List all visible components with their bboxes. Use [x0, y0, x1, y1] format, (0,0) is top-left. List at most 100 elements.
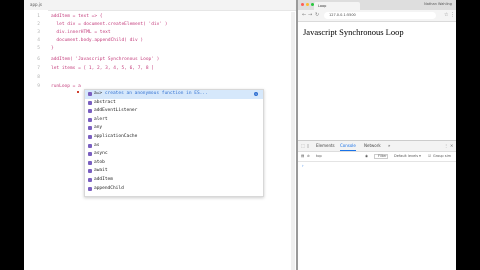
line-number: 6 — [37, 57, 40, 62]
function-icon — [88, 178, 92, 182]
snippet-icon — [88, 92, 92, 96]
line-number: 1 — [37, 14, 40, 19]
console-toolbar: ▤ ⊘ top ◉ Filter Default levels ▾ ☑ Grou… — [298, 152, 456, 162]
code-text: addItem = text => { — [51, 14, 103, 19]
back-icon[interactable]: ← — [302, 12, 306, 18]
info-icon[interactable]: i — [254, 92, 258, 96]
code-text: } — [51, 46, 54, 51]
file-tab[interactable]: app.js — [30, 2, 42, 7]
tab-network[interactable]: Network — [364, 141, 381, 151]
suggestion-label: any — [94, 125, 103, 131]
line-number: 5 — [37, 46, 40, 51]
line-number: 8 — [37, 75, 40, 80]
text-cursor — [77, 91, 79, 93]
code-text: addItem( 'Javascript Synchronous Loop' ) — [51, 57, 160, 62]
reload-icon[interactable]: ↻ — [315, 12, 319, 18]
editor-scrollbar[interactable] — [291, 12, 295, 270]
suggestion-item[interactable]: a=> creates an anonymous function in ES.… — [85, 90, 263, 99]
more-tabs-button[interactable]: » — [388, 141, 390, 151]
keyword-icon — [88, 143, 92, 148]
devtools-panel: ⬚ ▯ Elements Console Network » ⋮ ✕ ▤ ⊘ t… — [298, 140, 456, 270]
keyword-icon — [88, 126, 92, 131]
suggestion-detail: creates an anonymous function in ES... — [102, 91, 208, 96]
suggestion-item[interactable]: any — [85, 124, 263, 133]
screen-recording-frame: app.js 1 addItem = text => { 2 let div = … — [24, 0, 456, 270]
clear-console-icon[interactable]: ⊘ — [307, 152, 310, 161]
suggestion-label: addItem — [94, 177, 113, 182]
suggestion-label: await — [94, 168, 108, 174]
suggestion-item[interactable]: as — [85, 142, 263, 151]
code-line[interactable]: 8 — [24, 74, 296, 81]
line-number: 2 — [37, 22, 40, 27]
keyword-icon — [88, 100, 92, 105]
star-icon[interactable]: ☆ — [444, 12, 448, 18]
suggestion-item[interactable]: await — [85, 167, 263, 176]
tab-console[interactable]: Console — [340, 141, 356, 151]
line-number: 4 — [37, 38, 40, 43]
devtools-tab-bar: ⬚ ▯ Elements Console Network » ⋮ ✕ — [298, 141, 456, 152]
browser-tab[interactable]: Loop — [314, 2, 360, 10]
profile-name[interactable]: Nathan Wahling — [424, 2, 452, 6]
log-levels-dropdown[interactable]: Default levels ▾ — [394, 152, 421, 161]
code-line[interactable]: 1 addItem = text => { — [24, 13, 296, 20]
suggestion-label: a=> — [94, 91, 103, 96]
code-line[interactable]: 5} — [24, 45, 296, 52]
console-prompt[interactable]: › — [302, 163, 304, 168]
devtools-menu-icon[interactable]: ⋮ — [444, 143, 448, 149]
group-similar-label: Group sim — [433, 154, 451, 158]
code-line[interactable]: 6 addItem( 'Javascript Synchronous Loop' … — [24, 56, 296, 63]
menu-icon[interactable]: ⋮ — [450, 12, 455, 18]
suggestion-label: atob — [94, 159, 105, 165]
suggestion-item[interactable]: applicationCache — [85, 133, 263, 142]
code-line[interactable]: 3 div.innerHTML = text — [24, 29, 296, 36]
suggestion-item[interactable]: appendChild — [85, 185, 263, 194]
variable-icon — [88, 135, 92, 139]
suggestion-item[interactable]: addItem — [85, 176, 263, 185]
minimize-window-icon[interactable] — [306, 3, 309, 6]
code-editor[interactable]: app.js 1 addItem = text => { 2 let div = … — [24, 0, 296, 270]
page-heading: Javascript Synchronous Loop — [303, 27, 404, 37]
device-toolbar-icon[interactable]: ▯ — [307, 143, 309, 149]
code-text: let items = [ 1, 2, 3, 4, 5, 6, 7, 8 ] — [51, 66, 154, 71]
suggestion-item[interactable]: atob — [85, 159, 263, 168]
navigation-bar: ← → ↻ 127.0.0.1:5500 ☆ ⋮ — [298, 10, 456, 22]
suggestion-item[interactable]: alert — [85, 116, 263, 125]
code-line[interactable]: 7 let items = [ 1, 2, 3, 4, 5, 6, 7, 8 ] — [24, 65, 296, 72]
code-text: div.innerHTML = text — [51, 30, 111, 35]
inspect-icon[interactable]: ⬚ — [301, 143, 305, 149]
eye-icon[interactable]: ◉ — [365, 152, 368, 161]
suggestion-label: addEventListener — [94, 108, 138, 114]
line-number: 9 — [37, 84, 40, 89]
suggestion-label: applicationCache — [94, 134, 138, 139]
code-text: document.body.appendChild( div ) — [51, 38, 144, 43]
code-line[interactable]: 2 let div = document.createElement( 'div… — [24, 21, 296, 28]
close-devtools-icon[interactable]: ✕ — [450, 143, 453, 149]
line-number: 7 — [37, 66, 40, 71]
line-number: 3 — [37, 30, 40, 35]
code-text: let div = document.createElement( 'div' … — [51, 22, 168, 27]
method-icon — [88, 117, 92, 122]
suggestion-label: as — [94, 142, 100, 148]
suggestion-item[interactable]: async — [85, 150, 263, 159]
suggestion-label: alert — [94, 116, 108, 122]
suggestion-label: async — [94, 151, 108, 157]
address-bar[interactable]: 127.0.0.1:5500 — [324, 12, 436, 19]
suggestion-item[interactable]: abstract — [85, 99, 263, 108]
close-window-icon[interactable] — [301, 3, 304, 6]
suggestion-label: appendChild — [94, 185, 124, 191]
editor-tab-bar: app.js — [24, 0, 296, 11]
browser-tab-strip: Loop Nathan Wahling — [298, 0, 456, 10]
group-similar-checkbox[interactable]: ☑ — [428, 152, 431, 161]
method-icon — [88, 109, 92, 114]
suggestion-item[interactable]: addEventListener — [85, 107, 263, 116]
tab-elements[interactable]: Elements — [316, 141, 335, 151]
code-line[interactable]: 4 document.body.appendChild( div ) — [24, 37, 296, 44]
context-selector[interactable]: top — [316, 152, 322, 161]
code-text: runLoop = a — [51, 84, 81, 89]
autocomplete-list[interactable]: a=> creates an anonymous function in ES.… — [84, 89, 264, 197]
suggestion-label: abstract — [94, 99, 116, 105]
filter-placeholder: Filter — [378, 154, 387, 158]
forward-icon[interactable]: → — [308, 12, 312, 18]
browser-window: Loop Nathan Wahling ← → ↻ 127.0.0.1:5500… — [298, 0, 456, 270]
sidebar-toggle-icon[interactable]: ▤ — [301, 152, 304, 161]
